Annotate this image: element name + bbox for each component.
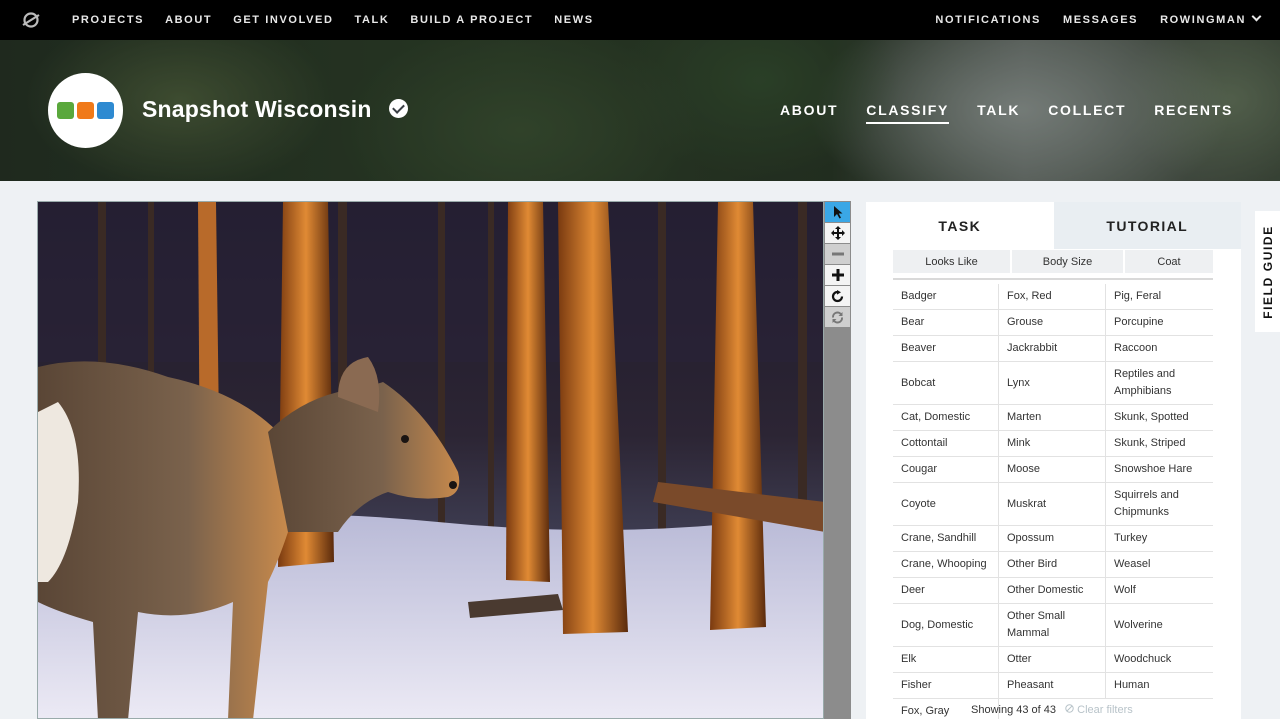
user-menu[interactable]: ROWINGMAN: [1160, 11, 1262, 26]
species-choice-otter[interactable]: Otter: [999, 647, 1106, 673]
species-choice-snowshoe-hare[interactable]: Snowshoe Hare: [1106, 457, 1213, 483]
species-choice-mink[interactable]: Mink: [999, 431, 1106, 457]
species-choice-bear[interactable]: Bear: [893, 310, 999, 336]
species-choice-dog-domestic[interactable]: Dog, Domestic: [893, 604, 999, 647]
species-choice-pig-feral[interactable]: Pig, Feral: [1106, 284, 1213, 310]
zoom-out-icon[interactable]: [825, 244, 850, 264]
field-guide-label: FIELD GUIDE: [1260, 224, 1275, 319]
species-choice-moose[interactable]: Moose: [999, 457, 1106, 483]
project-navigation: ABOUT CLASSIFY TALK COLLECT RECENTS: [752, 102, 1233, 124]
species-choice-lynx[interactable]: Lynx: [999, 362, 1106, 405]
clear-filters-button[interactable]: Clear filters: [1065, 704, 1133, 716]
project-nav-collect[interactable]: COLLECT: [1048, 102, 1126, 124]
species-choice-pheasant[interactable]: Pheasant: [999, 673, 1106, 699]
project-nav-talk[interactable]: TALK: [977, 102, 1020, 124]
species-choice-badger[interactable]: Badger: [893, 284, 999, 310]
species-choice-squirrels-and-chipmunks[interactable]: Squirrels and Chipmunks: [1106, 483, 1213, 526]
task-tabs: TASK TUTORIAL: [866, 202, 1241, 249]
species-choice-deer[interactable]: Deer: [893, 578, 999, 604]
species-choice-coyote[interactable]: Coyote: [893, 483, 999, 526]
species-choice-crane-sandhill[interactable]: Crane, Sandhill: [893, 526, 999, 552]
subject-image[interactable]: [37, 201, 824, 719]
species-choice-bobcat[interactable]: Bobcat: [893, 362, 999, 405]
nav-build-a-project[interactable]: BUILD A PROJECT: [410, 14, 533, 26]
image-toolbar: [824, 201, 851, 719]
filter-coat[interactable]: Coat: [1125, 250, 1213, 273]
project-title[interactable]: Snapshot Wisconsin: [142, 96, 372, 123]
species-choice-weasel[interactable]: Weasel: [1106, 552, 1213, 578]
project-nav-recents[interactable]: RECENTS: [1154, 102, 1233, 124]
species-choice-fisher[interactable]: Fisher: [893, 673, 999, 699]
species-choice-cottontail[interactable]: Cottontail: [893, 431, 999, 457]
species-choice-grid: Badger Fox, Red Pig, Feral Bear Grouse Porcup…: [893, 284, 1213, 719]
species-choice-human[interactable]: Human: [1106, 673, 1213, 699]
species-choice-reptiles-and-amphibians[interactable]: Reptiles and Amphibians: [1106, 362, 1213, 405]
filter-bar: Looks Like Body Size Coat: [893, 250, 1213, 273]
nav-talk[interactable]: TALK: [355, 14, 390, 26]
species-choice-beaver[interactable]: Beaver: [893, 336, 999, 362]
pointer-icon[interactable]: [825, 202, 850, 222]
pan-icon[interactable]: [825, 223, 850, 243]
showing-text: Showing 43 of 43: [971, 704, 1057, 716]
clear-icon: [1065, 704, 1074, 713]
species-choice-other-bird[interactable]: Other Bird: [999, 552, 1106, 578]
species-choice-fox-red[interactable]: Fox, Red: [999, 284, 1106, 310]
sun-logo-icon: [77, 102, 94, 119]
species-choice-wolverine[interactable]: Wolverine: [1106, 604, 1213, 647]
results-count: Showing 43 of 43 Clear filters: [971, 704, 1133, 716]
nav-get-involved[interactable]: GET INVOLVED: [233, 14, 333, 26]
species-choice-marten[interactable]: Marten: [999, 405, 1106, 431]
nav-news[interactable]: NEWS: [554, 14, 593, 26]
nav-projects[interactable]: PROJECTS: [72, 14, 144, 26]
species-choice-turkey[interactable]: Turkey: [1106, 526, 1213, 552]
species-choice-elk[interactable]: Elk: [893, 647, 999, 673]
rotate-icon[interactable]: [825, 286, 850, 306]
clear-filters-label: Clear filters: [1077, 704, 1133, 716]
species-choice-raccoon[interactable]: Raccoon: [1106, 336, 1213, 362]
filter-body-size[interactable]: Body Size: [1012, 250, 1123, 273]
species-choice-cougar[interactable]: Cougar: [893, 457, 999, 483]
reset-icon[interactable]: [825, 307, 850, 327]
animal-logo-icon: [97, 102, 114, 119]
project-nav-about[interactable]: ABOUT: [780, 102, 838, 124]
chevron-down-icon: [1251, 11, 1262, 22]
nav-messages[interactable]: MESSAGES: [1063, 14, 1138, 26]
species-choice-muskrat[interactable]: Muskrat: [999, 483, 1106, 526]
species-choice-cat-domestic[interactable]: Cat, Domestic: [893, 405, 999, 431]
tree-logo-icon: [57, 102, 74, 119]
species-choice-crane-whooping[interactable]: Crane, Whooping: [893, 552, 999, 578]
nav-about[interactable]: ABOUT: [165, 14, 212, 26]
species-choice-porcupine[interactable]: Porcupine: [1106, 310, 1213, 336]
tab-tutorial[interactable]: TUTORIAL: [1053, 202, 1241, 249]
species-choice-other-domestic[interactable]: Other Domestic: [999, 578, 1106, 604]
filter-looks-like[interactable]: Looks Like: [893, 250, 1010, 273]
species-choice-wolf[interactable]: Wolf: [1106, 578, 1213, 604]
zooniverse-logo-icon[interactable]: [21, 10, 41, 30]
species-choice-skunk-striped[interactable]: Skunk, Striped: [1106, 431, 1213, 457]
project-avatar[interactable]: [48, 73, 123, 148]
species-choice-opossum[interactable]: Opossum: [999, 526, 1106, 552]
nav-notifications[interactable]: NOTIFICATIONS: [935, 14, 1041, 26]
species-choice-woodchuck[interactable]: Woodchuck: [1106, 647, 1213, 673]
top-navigation: PROJECTS ABOUT GET INVOLVED TALK BUILD A…: [0, 0, 1280, 40]
species-choice-jackrabbit[interactable]: Jackrabbit: [999, 336, 1106, 362]
username: ROWINGMAN: [1160, 14, 1246, 26]
species-choice-grouse[interactable]: Grouse: [999, 310, 1106, 336]
project-nav-classify[interactable]: CLASSIFY: [866, 102, 950, 124]
species-choice-skunk-spotted[interactable]: Skunk, Spotted: [1106, 405, 1213, 431]
tab-task[interactable]: TASK: [866, 202, 1054, 249]
species-choice-other-small-mammal[interactable]: Other Small Mammal: [999, 604, 1106, 647]
zoom-in-icon[interactable]: [825, 265, 850, 285]
task-panel: TASK TUTORIAL Looks Like Body Size Coat …: [866, 202, 1241, 719]
divider: [893, 278, 1213, 280]
verified-check-icon: [389, 99, 408, 118]
field-guide-tab[interactable]: FIELD GUIDE: [1255, 211, 1280, 332]
project-header: Snapshot Wisconsin ABOUT CLASSIFY TALK C…: [0, 40, 1280, 181]
